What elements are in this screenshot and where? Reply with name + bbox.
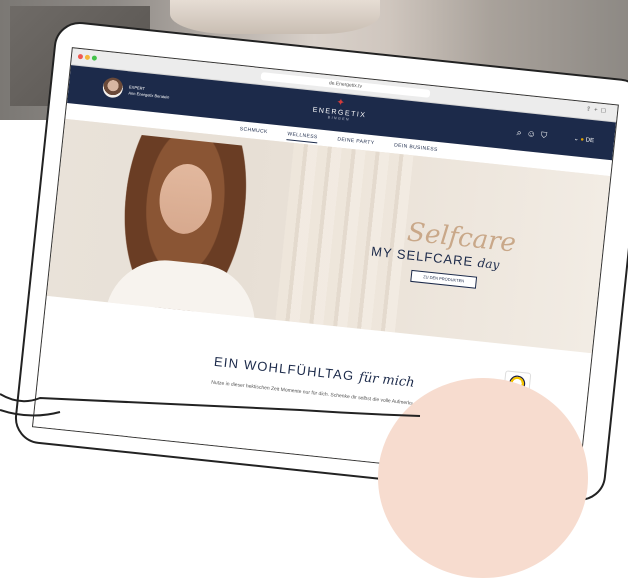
header-actions: ⌕☺⛉: [516, 127, 553, 142]
tabs-icon[interactable]: ▢: [600, 108, 609, 115]
hero-curtain: [275, 142, 414, 333]
nav-item-schmuck[interactable]: SCHMUCK: [239, 126, 268, 135]
cart-icon[interactable]: ⛉: [540, 130, 552, 141]
close-window-dot[interactable]: [77, 53, 84, 60]
user-icon[interactable]: ☺: [526, 128, 541, 139]
nav-item-deine-party[interactable]: DEINE PARTY: [337, 136, 375, 146]
browser-actions: ⇪+▢: [586, 105, 610, 114]
section-title-main: EIN WOHLFÜHLTAG: [213, 353, 356, 384]
hero-title-script: day: [476, 255, 500, 272]
avatar[interactable]: [101, 76, 124, 99]
language-selector[interactable]: ⌄ ● DE: [573, 135, 594, 144]
laptop-base-outline: [0, 393, 421, 417]
chevron-down-icon: ⌄: [573, 136, 580, 143]
nav-item-wellness[interactable]: WELLNESS: [286, 131, 318, 144]
flag-de-icon: ●: [580, 136, 585, 144]
nav-item-dein-business[interactable]: DEIN BUSINESS: [394, 142, 438, 153]
maximize-window-dot[interactable]: [91, 55, 98, 61]
site-logo[interactable]: ✦ ENERGETIX BINGEN: [299, 93, 381, 124]
language-label: DE: [585, 137, 595, 145]
consultant-info: EXPERT Ann Energetix Beratein: [128, 84, 170, 100]
background-sleeve: [170, 0, 380, 34]
minimize-window-dot[interactable]: [84, 54, 91, 61]
products-button[interactable]: ZU DEN PRODUKTEN: [410, 269, 478, 289]
